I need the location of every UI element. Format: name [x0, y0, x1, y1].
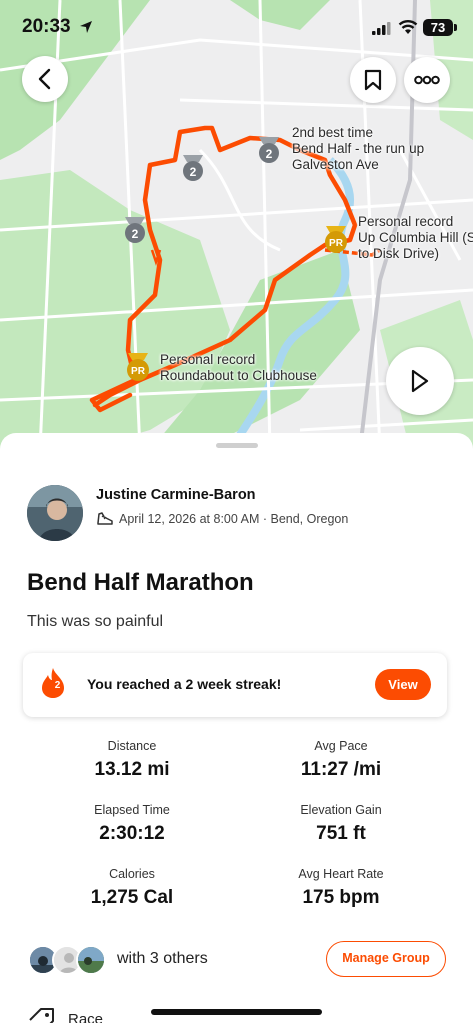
route-map[interactable]: 2 2 2 PR PR 2nd best time Bend Half - th…: [0, 0, 473, 450]
stat-calories: Calories 1,275 Cal: [32, 867, 232, 909]
chevron-left-icon: [38, 68, 51, 90]
activity-date-location: April 12, 2026 at 8:00 AM · Bend, Oregon: [119, 512, 349, 526]
stat-value: 1,275 Cal: [90, 887, 174, 908]
segment-label-pr-roundabout[interactable]: Personal record Roundabout to Clubhouse: [160, 352, 317, 384]
stat-value: 751 ft: [316, 823, 366, 844]
battery-tip: [454, 24, 457, 31]
location-arrow-icon: [80, 21, 92, 33]
group-avatar: [76, 945, 106, 975]
stat-avg-heart-rate: Avg Heart Rate 175 bpm: [241, 867, 441, 909]
shoe-icon: [97, 512, 113, 525]
segment-label-pr-columbia[interactable]: Personal record Up Columbia Hill (S to D…: [358, 214, 473, 262]
back-button[interactable]: [22, 56, 68, 102]
athlete-avatar[interactable]: [27, 485, 83, 541]
more-dots-icon: [414, 75, 440, 85]
wifi-icon: [398, 20, 418, 34]
sheet-drag-handle[interactable]: [216, 443, 258, 448]
stat-value: 11:27 /mi: [300, 759, 382, 780]
stat-elevation-gain: Elevation Gain 751 ft: [241, 803, 441, 845]
workout-type-row[interactable]: Race: [28, 1008, 103, 1023]
status-bar: 20:33 73: [0, 0, 473, 56]
status-time: 20:33: [22, 16, 71, 37]
group-activity-row[interactable]: with 3 others Manage Group: [28, 941, 448, 991]
stat-label: Avg Pace: [314, 739, 368, 753]
stat-value: 175 bpm: [302, 887, 380, 908]
activity-sheet: Justine Carmine-Baron April 12, 2026 at …: [0, 433, 473, 1023]
streak-count: 2: [54, 680, 61, 691]
svg-text:2: 2: [132, 227, 139, 241]
flyover-play-button[interactable]: [386, 347, 454, 415]
streak-view-button[interactable]: View: [375, 669, 431, 700]
stat-avg-pace: Avg Pace 11:27 /mi: [241, 739, 441, 781]
tag-icon: [29, 1008, 54, 1023]
activity-meta: April 12, 2026 at 8:00 AM · Bend, Oregon: [96, 511, 348, 527]
group-avatar-photo: [78, 947, 104, 973]
stat-elapsed-time: Elapsed Time 2:30:12: [32, 803, 232, 845]
bookmark-icon: [364, 69, 382, 91]
stat-label: Distance: [107, 739, 157, 753]
stat-label: Avg Heart Rate: [298, 867, 384, 881]
battery-indicator: 73: [423, 19, 453, 36]
play-icon: [411, 369, 429, 393]
svg-text:2: 2: [266, 147, 273, 161]
svg-text:2: 2: [190, 165, 197, 179]
segment-label-second-best[interactable]: 2nd best time Bend Half - the run up Gal…: [292, 125, 424, 173]
streak-card[interactable]: 2 You reached a 2 week streak! View: [23, 653, 447, 717]
cellular-signal-icon: [372, 22, 391, 35]
home-indicator[interactable]: [151, 1009, 322, 1015]
stat-value: 13.12 mi: [94, 759, 170, 780]
athlete-name[interactable]: Justine Carmine-Baron: [96, 487, 256, 503]
stat-label: Elevation Gain: [300, 803, 382, 817]
activity-description: This was so painful: [27, 613, 164, 630]
activity-title: Bend Half Marathon: [27, 569, 254, 596]
stat-label: Calories: [109, 867, 155, 881]
svg-text:PR: PR: [329, 238, 344, 249]
streak-message: You reached a 2 week streak!: [87, 676, 282, 692]
stat-value: 2:30:12: [99, 823, 165, 844]
workout-type-label: Race: [68, 1010, 104, 1023]
stat-distance: Distance 13.12 mi: [32, 739, 232, 781]
group-text: with 3 others: [117, 950, 208, 967]
bookmark-button[interactable]: [350, 57, 396, 103]
stat-label: Elapsed Time: [94, 803, 170, 817]
svg-text:PR: PR: [131, 366, 146, 377]
avatar-photo: [27, 485, 83, 541]
more-options-button[interactable]: [404, 57, 450, 103]
manage-group-button[interactable]: Manage Group: [326, 941, 446, 977]
